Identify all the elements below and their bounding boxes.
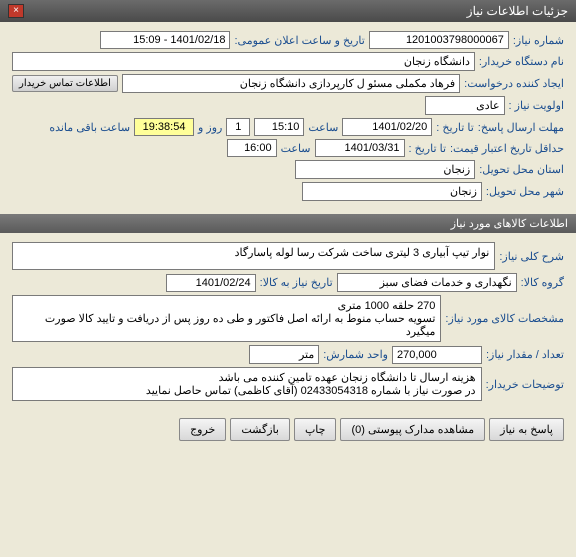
back-button[interactable]: بازگشت	[230, 418, 290, 441]
close-icon[interactable]: ×	[8, 4, 24, 18]
group-value: نگهداری و خدمات فضای سبز	[337, 273, 517, 292]
requester-label: ایجاد کننده درخواست:	[464, 77, 564, 90]
need-no-value: 1201003798000067	[369, 31, 509, 49]
unit-label: واحد شمارش:	[323, 348, 388, 361]
window-title: جزئیات اطلاعات نیاز	[467, 4, 568, 18]
exit-button[interactable]: خروج	[179, 418, 226, 441]
days-and-label: روز و	[198, 121, 222, 134]
requester-value: فرهاد مکملی مسئو ل کارپردازی دانشگاه زنج…	[122, 74, 460, 93]
goods-section-header: اطلاعات کالاهای مورد نیاز	[0, 214, 576, 233]
price-until-date: 1401/03/31	[315, 139, 405, 157]
public-datetime-value: 1401/02/18 - 15:09	[100, 31, 230, 49]
until-date-value: 1401/02/20	[342, 118, 432, 136]
group-label: گروه کالا:	[521, 276, 564, 289]
buyer-value: دانشگاه زنجان	[12, 52, 475, 71]
need-info-panel: شماره نیاز: 1201003798000067 تاریخ و ساع…	[0, 22, 576, 210]
time-label-2: ساعت	[281, 142, 311, 155]
attachments-button[interactable]: مشاهده مدارک پیوستی (0)	[340, 418, 485, 441]
unit-value: متر	[249, 345, 319, 364]
spec-value: 270 حلقه 1000 متری تسویه حساب منوط به ار…	[12, 295, 441, 342]
desc-value: نوار تیپ آبیاری 3 لیتری ساخت شرکت رسا لو…	[12, 242, 495, 270]
public-datetime-label: تاریخ و ساعت اعلان عمومی:	[234, 34, 364, 47]
delivery-city-value: زنجان	[302, 182, 482, 201]
priority-label: اولویت نیاز :	[509, 99, 564, 112]
desc-label: شرح کلی نیاز:	[499, 250, 564, 263]
buyer-notes-value: هزینه ارسال تا دانشگاه زنجان عهده تامین …	[12, 367, 482, 401]
remaining-label: ساعت باقی مانده	[49, 121, 130, 134]
need-date-label: تاریخ نیاز به کالا:	[260, 276, 333, 289]
reply-button[interactable]: پاسخ به نیاز	[489, 418, 564, 441]
footer-toolbar: پاسخ به نیاز مشاهده مدارک پیوستی (0) چاپ…	[0, 410, 576, 449]
buyer-notes-label: توضیحات خریدار:	[486, 378, 564, 391]
window-titlebar: جزئیات اطلاعات نیاز ×	[0, 0, 576, 22]
until-date-label: تا تاریخ :	[436, 121, 473, 134]
print-button[interactable]: چاپ	[294, 418, 337, 441]
until-time-value: 15:10	[254, 118, 304, 136]
delivery-province-value: زنجان	[295, 160, 475, 179]
priority-value: عادی	[425, 96, 505, 115]
buyer-label: نام دستگاه خریدار:	[479, 55, 564, 68]
delivery-province-label: استان محل تحویل:	[479, 163, 564, 176]
reply-deadline-label: مهلت ارسال پاسخ:	[478, 121, 564, 134]
goods-panel: شرح کلی نیاز: نوار تیپ آبیاری 3 لیتری سا…	[0, 233, 576, 410]
spec-label: مشخصات کالای مورد نیاز:	[445, 312, 564, 325]
need-date-value: 1401/02/24	[166, 274, 256, 292]
need-no-label: شماره نیاز:	[513, 34, 564, 47]
until-date-label-2: تا تاریخ :	[409, 142, 446, 155]
qty-label: تعداد / مقدار نیاز:	[486, 348, 564, 361]
countdown-days: 1	[226, 118, 250, 136]
time-label-1: ساعت	[308, 121, 338, 134]
countdown-time: 19:38:54	[134, 118, 194, 136]
delivery-city-label: شهر محل تحویل:	[486, 185, 564, 198]
price-until-time: 16:00	[227, 139, 277, 157]
contact-info-button[interactable]: اطلاعات تماس خریدار	[12, 75, 118, 92]
qty-value: 270,000	[392, 346, 482, 364]
price-validity-label: حداقل تاریخ اعتبار قیمت:	[450, 142, 564, 155]
